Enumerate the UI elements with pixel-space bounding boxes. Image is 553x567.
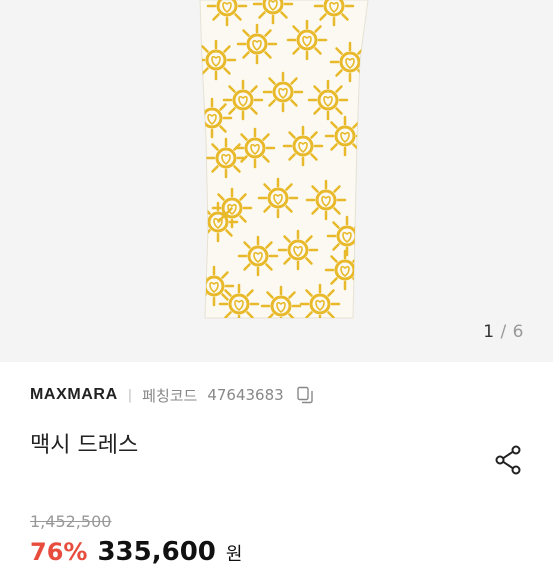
product-image-gallery[interactable]: 1 / 6 [0, 0, 553, 362]
fetching-code-label: 페칭코드 [142, 386, 198, 405]
share-icon[interactable] [494, 444, 526, 476]
brand-name[interactable]: MAXMARA [30, 386, 118, 404]
image-counter-total: 6 [512, 322, 524, 342]
dress-image [199, 0, 369, 319]
sale-price: 335,600 [97, 537, 216, 567]
discount-rate: 76% [30, 538, 88, 566]
currency-unit: 원 [225, 544, 243, 565]
meta-divider: | [127, 387, 133, 403]
original-price: 1,452,500 [30, 512, 112, 531]
image-counter-separator: / [500, 322, 507, 342]
product-title: 맥시 드레스 [30, 433, 139, 458]
image-counter: 1 / 6 [483, 322, 524, 342]
image-counter-current: 1 [483, 322, 495, 342]
copy-icon[interactable] [296, 386, 314, 404]
product-meta-row: MAXMARA | 페칭코드 47643683 [30, 383, 314, 407]
fetching-code-value: 47643683 [207, 386, 284, 404]
price-row: 76% 335,600 원 [30, 537, 242, 567]
